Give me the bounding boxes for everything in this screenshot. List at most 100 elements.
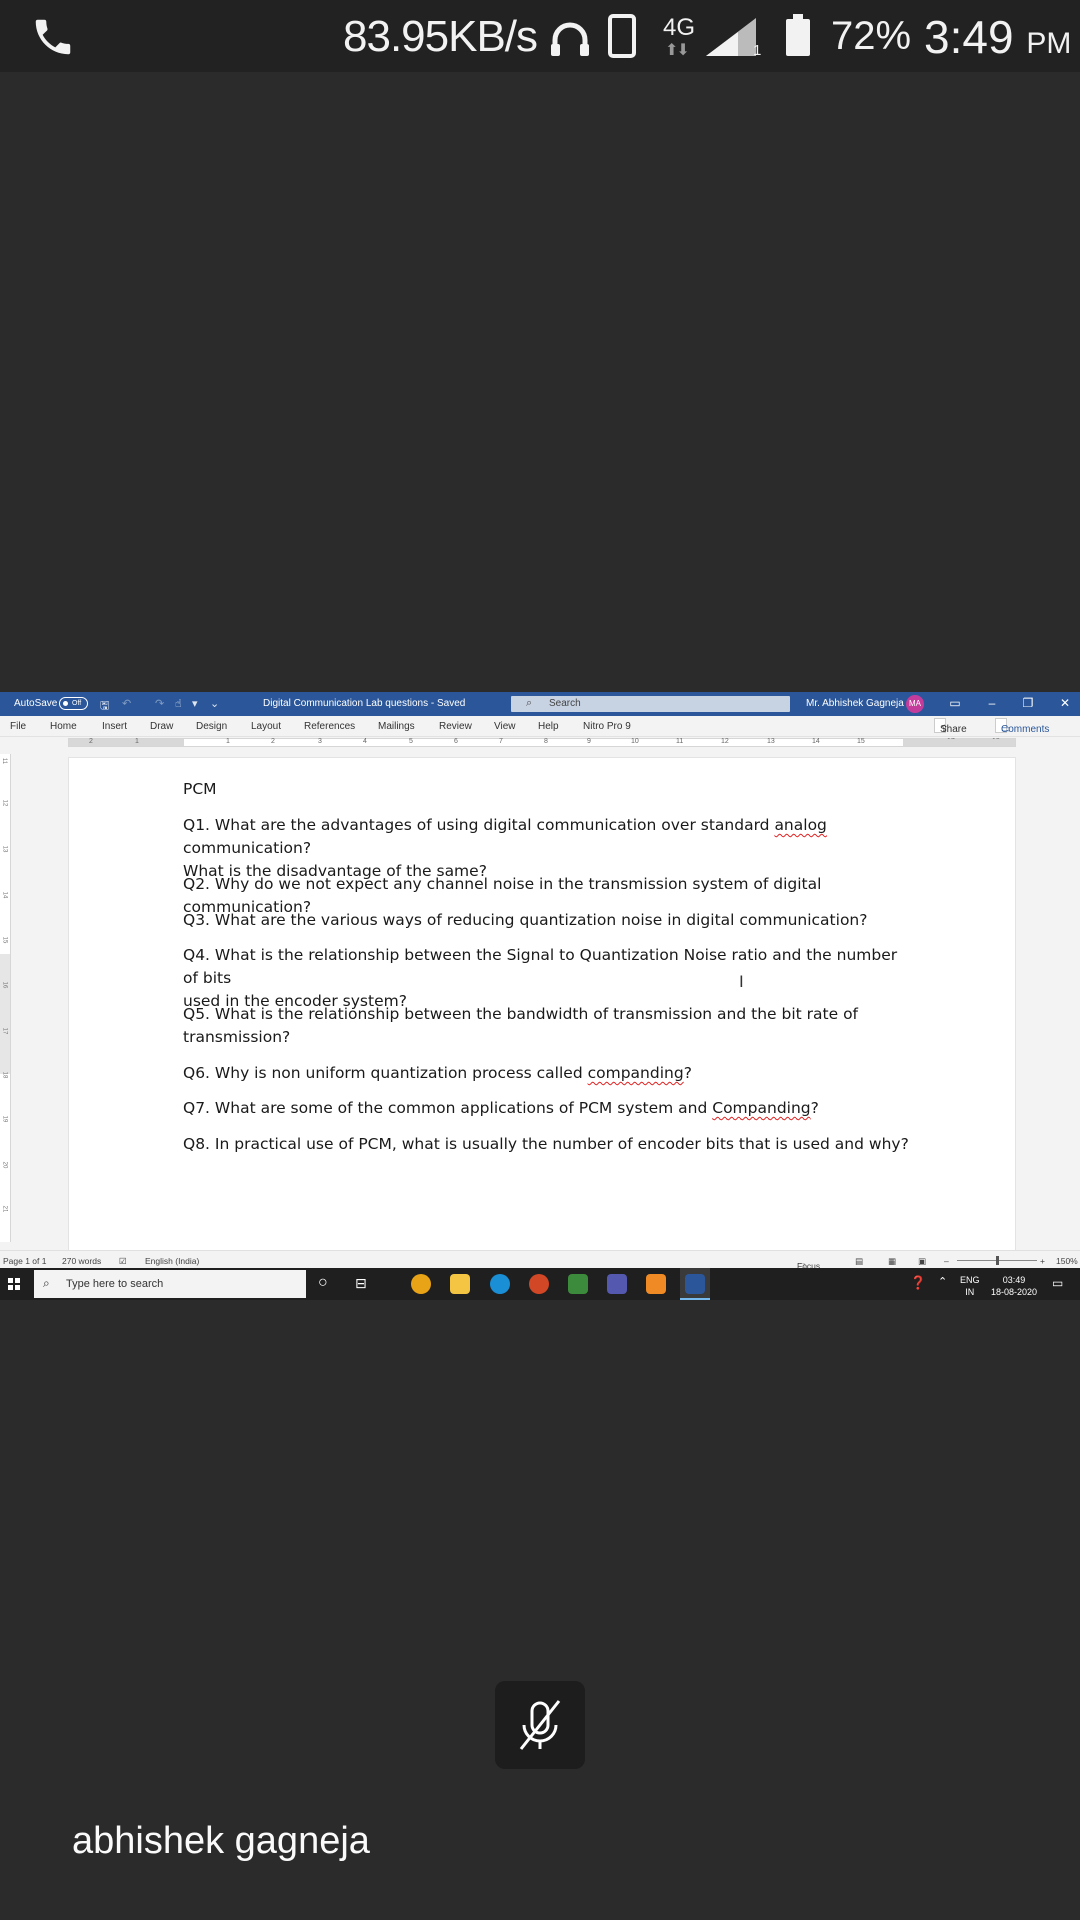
document-page[interactable]: PCM Q1. What are the advantages of using… [69,758,1015,1250]
chevron-up-icon[interactable]: ⌃ [938,1275,947,1288]
tab-draw[interactable]: Draw [150,721,173,732]
data-arrows-icon: ⬆⬇ [665,42,690,59]
phone-status-bar: 83.95KB/s 4G ⬆⬇ 1 72% 3:49 PM [0,0,1080,72]
taskbar-clock[interactable]: 03:49 18-08-2020 [990,1274,1038,1298]
taskbar-date: 18-08-2020 [990,1287,1038,1297]
ruler-number: 11 [676,738,684,745]
tab-layout[interactable]: Layout [251,721,281,732]
tab-mailings[interactable]: Mailings [378,721,415,732]
tab-file[interactable]: File [10,721,26,732]
customize-qat-icon[interactable]: ⌄ [210,697,219,710]
tab-references[interactable]: References [304,721,355,732]
touch-mode-icon[interactable]: ☝ [175,697,182,710]
ruler-number: 16 [1,981,8,989]
ruler-number: 6 [454,738,458,745]
ruler-number: 9 [587,738,591,745]
search-placeholder: Search [549,698,581,709]
web-layout-icon[interactable]: ▣ [918,1256,926,1267]
page-count[interactable]: Page 1 of 1 [3,1256,46,1266]
matlab-icon[interactable] [646,1274,666,1294]
ruler-number: 2 [271,738,275,745]
save-icon[interactable]: 🖫 [100,697,109,716]
horizontal-ruler[interactable]: 2 1 1 2 3 4 5 6 7 8 9 10 11 12 13 14 15 … [68,738,1016,747]
mic-off-icon [519,1700,561,1750]
question-text: Q7. What are some of the common applicat… [183,1099,713,1117]
question-text: Q1. What are the advantages of using dig… [183,816,775,834]
language-code: ENG [960,1275,980,1285]
mute-button[interactable] [495,1681,585,1769]
edge-icon[interactable] [490,1274,510,1294]
language[interactable]: English (India) [145,1256,199,1266]
restore-icon[interactable]: ❐ [1013,696,1043,710]
user-name[interactable]: Mr. Abhishek Gagneja [806,698,904,709]
ruler-number: 8 [544,738,548,745]
question-q6: Q6. Why is non uniform quantization proc… [183,1062,913,1085]
avatar[interactable]: MA [906,695,924,713]
zoom-level[interactable]: 150% [1056,1256,1078,1266]
teams-icon[interactable] [607,1274,627,1294]
powerpoint-icon[interactable] [529,1274,549,1294]
cortana-icon[interactable]: ○ [318,1274,328,1292]
word-icon [685,1274,705,1294]
tab-home[interactable]: Home [50,721,77,732]
search-icon: ⌕ [43,1276,50,1290]
word-taskbar-button[interactable] [680,1268,710,1300]
ruler-number: 14 [812,738,820,745]
redo-icon[interactable]: ↷ [155,697,164,710]
close-icon[interactable]: ✕ [1050,696,1080,710]
question-text: communication? [183,839,312,857]
task-view-icon[interactable]: ⊟ [355,1275,367,1292]
region-code: IN [965,1287,975,1297]
file-explorer-icon[interactable] [450,1274,470,1294]
document-heading: PCM [183,780,217,798]
ribbon-tabs: File Home Insert Draw Design Layout Refe… [0,716,1080,737]
search-box[interactable]: ⌕ Search [511,696,790,712]
autosave-toggle[interactable]: Off [59,697,88,710]
zoom-in-icon[interactable]: + [1040,1256,1045,1266]
network-type: 4G [663,14,696,41]
chrome-icon[interactable] [411,1274,431,1294]
word-count[interactable]: 270 words [62,1256,101,1266]
question-text: Q4. What is the relationship between the… [183,946,898,987]
ruler-number: 18 [992,738,1000,745]
windows-start-icon[interactable] [8,1278,20,1290]
input-language[interactable]: ENG IN [960,1274,980,1298]
print-layout-icon[interactable]: ▦ [888,1256,896,1267]
ruler-number: 11 [1,757,8,765]
document-title[interactable]: Digital Communication Lab questions - Sa… [263,698,465,709]
ruler-number: 12 [1,799,8,807]
read-mode-icon[interactable]: ▤ [855,1256,863,1267]
minimize-icon[interactable]: – [977,696,1007,710]
ruler-number: 18 [1,1071,8,1079]
tab-view[interactable]: View [494,721,516,732]
comments-label: Comments [1001,724,1050,735]
undo-icon[interactable]: ↶ [122,697,131,710]
vertical-ruler[interactable]: 11 12 13 14 15 16 17 18 19 20 21 [0,754,11,1242]
help-icon[interactable]: ❓ [910,1275,926,1291]
ruler-number: 3 [318,738,322,745]
zoom-slider-thumb[interactable] [996,1256,999,1265]
tab-review[interactable]: Review [439,721,472,732]
ruler-number: 13 [1,845,8,853]
proofing-icon[interactable]: ☑ [119,1256,127,1267]
ribbon-display-icon[interactable]: ▭ [940,696,970,710]
tab-nitro[interactable]: Nitro Pro 9 [583,721,631,732]
sim-slot: 1 [753,42,762,59]
dropdown-icon[interactable]: ▾ [192,697,198,710]
comments-button[interactable]: ▭ Comments [995,718,1049,735]
taskbar-search[interactable]: ⌕ Type here to search [34,1270,306,1298]
ruler-number: 19 [1,1115,8,1123]
photos-icon[interactable] [568,1274,588,1294]
clock-time: 3:49 [924,11,1014,63]
spelling-flag: companding [587,1064,684,1082]
network-speed: 83.95KB/s [343,12,538,61]
spelling-flag: Companding [712,1099,811,1117]
clock: 3:49 PM [924,10,1071,64]
notifications-icon[interactable]: ▭ [1052,1276,1063,1290]
ruler-number: 13 [767,738,775,745]
tab-help[interactable]: Help [538,721,559,732]
tab-design[interactable]: Design [196,721,227,732]
tab-insert[interactable]: Insert [102,721,127,732]
zoom-out-icon[interactable]: – [944,1256,949,1266]
share-button[interactable]: ⇪ Share [934,718,967,735]
